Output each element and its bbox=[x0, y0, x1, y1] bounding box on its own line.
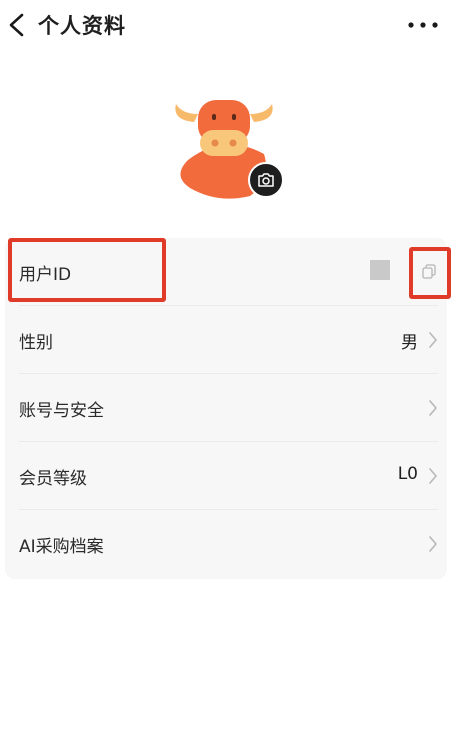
change-avatar-button[interactable] bbox=[248, 162, 284, 198]
page-title: 个人资料 bbox=[38, 14, 126, 38]
user-id-row[interactable]: 用户ID bbox=[19, 238, 438, 306]
chevron-right-icon bbox=[429, 332, 437, 348]
gender-label: 性别 bbox=[19, 333, 53, 353]
ai-procurement-profile-label: AI采购档案 bbox=[19, 537, 104, 557]
member-level-value: L0 bbox=[397, 464, 418, 484]
chevron-left-icon[interactable] bbox=[6, 12, 28, 38]
avatar-section bbox=[168, 92, 288, 202]
chevron-right-icon bbox=[429, 536, 437, 552]
header-bar: 个人资料 bbox=[0, 0, 456, 50]
member-level-row[interactable]: 会员等级 L0 bbox=[19, 442, 438, 510]
member-level-label: 会员等级 bbox=[19, 469, 87, 489]
user-id-label: 用户ID bbox=[19, 265, 72, 285]
copy-icon[interactable] bbox=[422, 264, 436, 279]
gender-row[interactable]: 性别 男 bbox=[19, 306, 438, 374]
chevron-right-icon bbox=[429, 468, 437, 484]
profile-info-card: 用户ID 性别 男 账号与安全 会员等级 L0 AI采购档案 bbox=[5, 238, 447, 579]
user-id-placeholder bbox=[370, 260, 390, 280]
chevron-right-icon bbox=[429, 400, 437, 416]
account-security-row[interactable]: 账号与安全 bbox=[19, 374, 438, 442]
gender-value: 男 bbox=[401, 333, 418, 353]
profile-page: 个人资料 用户ID 性别 男 账号与安全 会员等级 L0 AI采购档案 bbox=[0, 0, 456, 740]
camera-icon bbox=[258, 173, 274, 187]
account-security-label: 账号与安全 bbox=[19, 401, 104, 421]
more-dots-icon[interactable] bbox=[406, 14, 440, 36]
ai-procurement-profile-row[interactable]: AI采购档案 bbox=[19, 510, 438, 578]
